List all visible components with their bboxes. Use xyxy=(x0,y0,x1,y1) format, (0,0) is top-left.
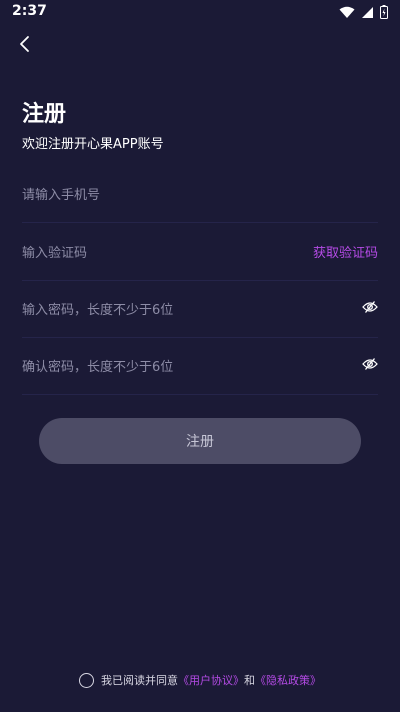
code-placeholder: 输入验证码 xyxy=(22,246,88,261)
confirm-password-placeholder: 确认密码，长度不少于6位 xyxy=(22,360,174,375)
status-icons xyxy=(339,3,388,21)
phone-field[interactable]: 请输入手机号 xyxy=(22,166,378,223)
page-title: 注册 xyxy=(22,102,67,127)
privacy-policy-link[interactable]: 《隐私政策》 xyxy=(255,672,321,688)
status-time: 2:37 xyxy=(12,3,47,19)
eye-hidden-icon[interactable] xyxy=(362,357,378,371)
back-arrow-icon xyxy=(20,36,29,52)
wifi-icon xyxy=(339,6,355,18)
signal-icon xyxy=(362,6,373,18)
register-button[interactable]: 注册 xyxy=(39,418,361,464)
user-agreement-link[interactable]: 《用户协议》 xyxy=(178,672,244,688)
status-bar: 2:37 xyxy=(0,0,400,24)
checkbox-circle-icon[interactable] xyxy=(79,672,94,688)
agreement-and: 和 xyxy=(244,674,255,687)
eye-hidden-icon[interactable] xyxy=(362,300,378,314)
agreement-prefix: 我已阅读并同意 xyxy=(101,674,178,687)
back-button[interactable] xyxy=(10,30,38,58)
password-field[interactable]: 输入密码，长度不少于6位 xyxy=(22,281,378,338)
page-subtitle: 欢迎注册开心果APP账号 xyxy=(22,137,164,152)
verification-code-field[interactable]: 输入验证码 获取验证码 xyxy=(22,224,378,281)
phone-placeholder: 请输入手机号 xyxy=(22,188,101,203)
password-placeholder: 输入密码，长度不少于6位 xyxy=(22,303,174,318)
get-code-button[interactable]: 获取验证码 xyxy=(313,242,378,261)
agreement-row: 我已阅读并同意 《用户协议》 和 《隐私政策》 xyxy=(0,670,400,690)
confirm-password-field[interactable]: 确认密码，长度不少于6位 xyxy=(22,338,378,395)
battery-icon xyxy=(380,5,388,19)
